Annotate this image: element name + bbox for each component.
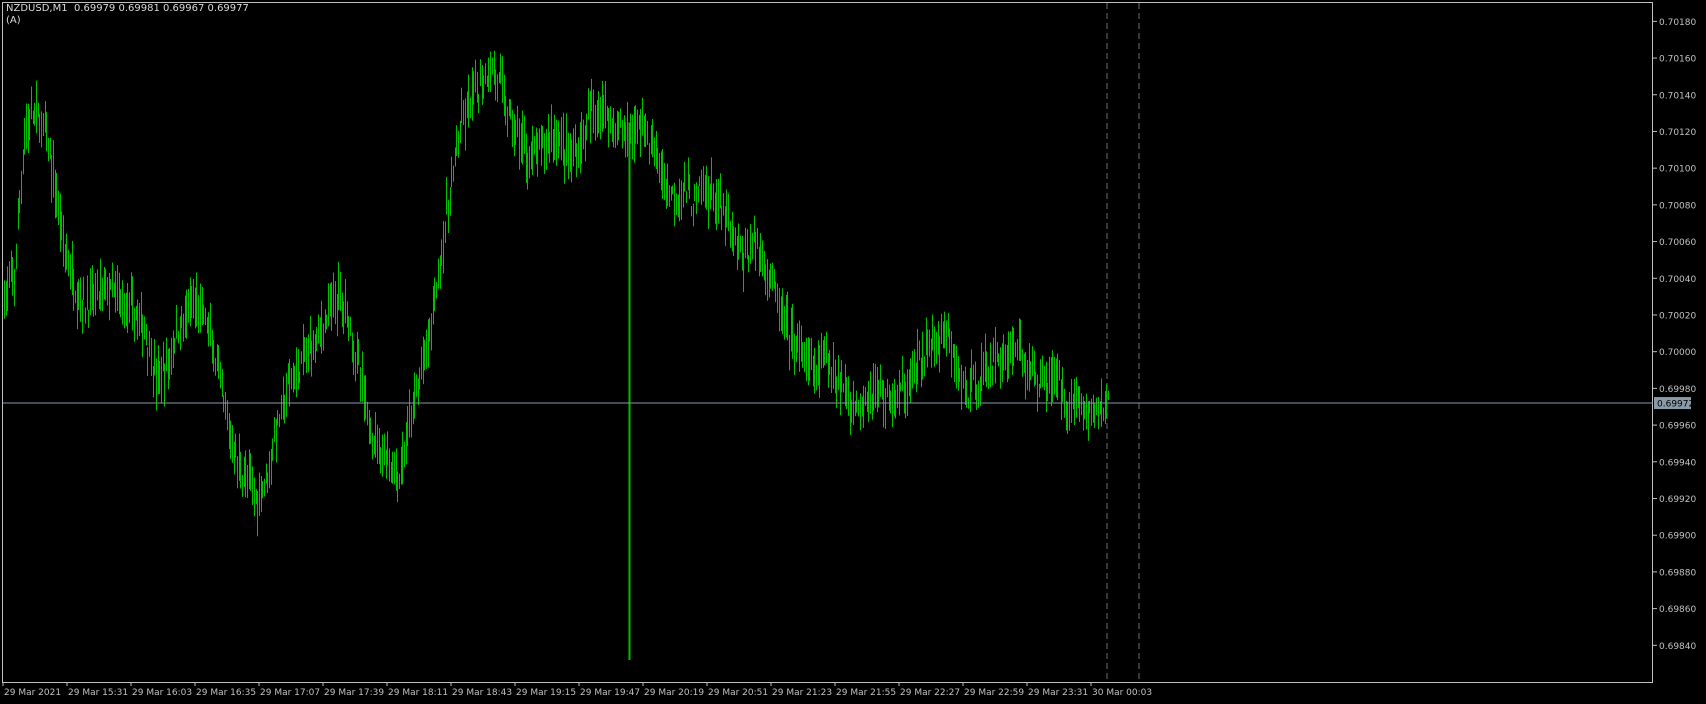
expert-advisor-label: (A) [6, 15, 21, 26]
price-axis[interactable]: 0.70180 0.70160 0.70140 0.70120 0.70100 0.700… [1653, 18, 1696, 652]
price-tick-label: 0.70140 [1659, 91, 1696, 101]
time-tick-label: 29 Mar 20:19 [644, 688, 704, 698]
period-separators [1106, 3, 1140, 682]
time-tick-label: 29 Mar 22:59 [964, 688, 1024, 698]
time-tick-label: 29 Mar 18:43 [452, 688, 512, 698]
chart-svg[interactable]: 0.70180 0.70160 0.70140 0.70120 0.70100 0.700… [0, 0, 1706, 704]
price-tick-label: 0.70000 [1659, 348, 1696, 358]
time-tick-label: 29 Mar 15:31 [68, 688, 128, 698]
symbol-timeframe: NZDUSD,M1 [6, 3, 68, 14]
price-tick-label: 0.70080 [1659, 201, 1696, 211]
time-tick-label: 29 Mar 20:51 [708, 688, 768, 698]
time-tick-label: 29 Mar 23:31 [1028, 688, 1088, 698]
price-tick-label: 0.70160 [1659, 55, 1696, 65]
time-tick-label: 29 Mar 21:55 [836, 688, 896, 698]
price-tick-label: 0.70060 [1659, 238, 1696, 248]
price-bars [4, 50, 1109, 660]
price-tick-label: 0.69880 [1659, 568, 1696, 578]
price-tick-label: 0.70020 [1659, 311, 1696, 321]
time-tick-label: 29 Mar 17:07 [260, 688, 320, 698]
price-tick-label: 0.70040 [1659, 275, 1696, 285]
price-tick-label: 0.70180 [1659, 18, 1696, 28]
time-tick-label: 29 Mar 19:15 [516, 688, 576, 698]
price-tick-label: 0.69940 [1659, 458, 1696, 468]
price-tick-label: 0.69920 [1659, 495, 1696, 505]
price-tick-label: 0.69900 [1659, 532, 1696, 542]
time-tick-label: 29 Mar 16:35 [196, 688, 256, 698]
price-tick-label: 0.69980 [1659, 385, 1696, 395]
time-tick-label: 29 Mar 16:03 [132, 688, 192, 698]
time-tick-label: 30 Mar 00:03 [1092, 688, 1152, 698]
ohlc-values: 0.69979 0.69981 0.69967 0.69977 [73, 3, 249, 14]
time-tick-label: 29 Mar 19:47 [580, 688, 640, 698]
time-axis[interactable]: 29 Mar 2021 29 Mar 15:31 29 Mar 16:03 29 Ma… [2, 682, 1152, 698]
bid-price-label: 0.69972 [1654, 397, 1694, 410]
price-tick-label: 0.69960 [1659, 422, 1696, 432]
time-tick-label: 29 Mar 17:39 [324, 688, 384, 698]
chart-window[interactable]: 0.70180 0.70160 0.70140 0.70120 0.70100 0.700… [0, 0, 1706, 704]
time-tick-label: 29 Mar 22:27 [900, 688, 960, 698]
plot-frame [2, 2, 1653, 683]
price-tick-label: 0.70100 [1659, 165, 1696, 175]
price-tick-label: 0.69860 [1659, 605, 1696, 615]
price-tick-label: 0.69840 [1659, 642, 1696, 652]
bid-price-label-text: 0.69972 [1657, 400, 1694, 410]
time-tick-label: 29 Mar 2021 [4, 688, 61, 698]
price-tick-label: 0.70120 [1659, 128, 1696, 138]
time-tick-label: 29 Mar 18:11 [388, 688, 448, 698]
chart-header: NZDUSD,M1 0.69979 0.69981 0.69967 0.6997… [6, 3, 249, 14]
time-tick-label: 29 Mar 21:23 [772, 688, 832, 698]
